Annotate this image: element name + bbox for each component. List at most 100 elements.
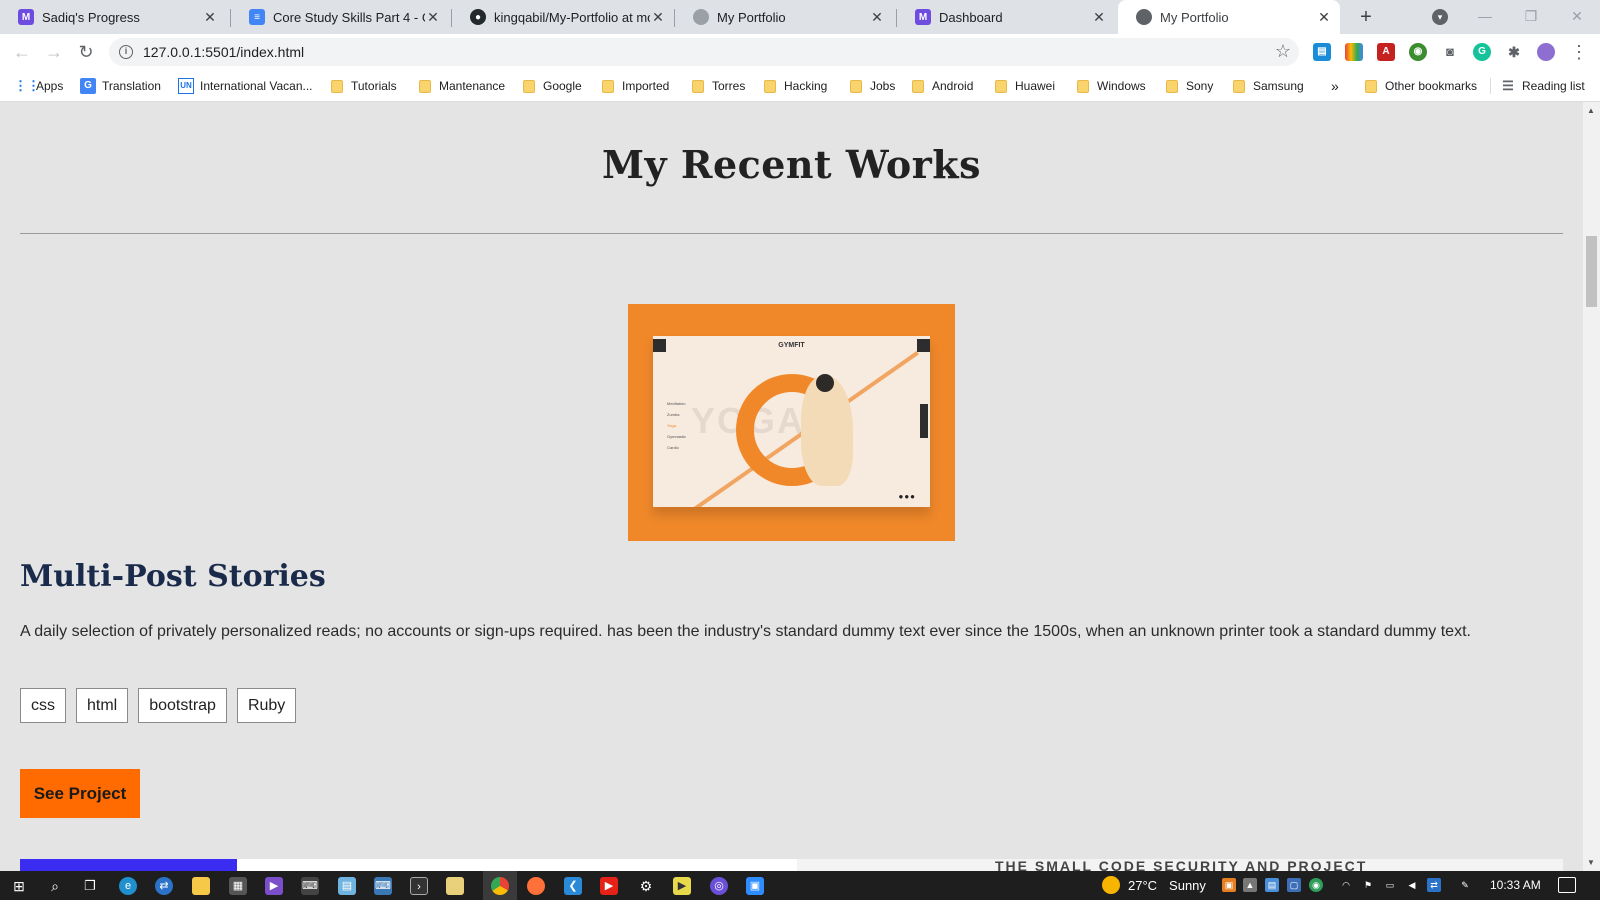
bookmark-folder-google[interactable]: Google (523, 77, 582, 95)
bookmark-folder-torres[interactable]: Torres (692, 77, 745, 95)
search-icon[interactable]: ⌕ (46, 877, 64, 895)
extensions-puzzle-icon[interactable]: ✱ (1505, 43, 1523, 61)
calculator-icon[interactable]: ▦ (229, 877, 247, 895)
volume-icon[interactable]: ◀ (1405, 878, 1419, 892)
firefox-icon[interactable] (527, 877, 545, 895)
settings-gear-icon[interactable]: ⚙ (637, 877, 655, 895)
see-project-button[interactable]: See Project (20, 769, 140, 818)
close-icon[interactable]: ✕ (425, 9, 441, 25)
browser-menu-icon[interactable]: ⋮ (1567, 40, 1591, 64)
sticky-notes-icon[interactable] (446, 877, 464, 895)
battery-icon[interactable]: ▭ (1383, 878, 1397, 892)
bookmark-folder-jobs[interactable]: Jobs (850, 77, 895, 95)
zoom-icon[interactable]: ▣ (746, 877, 764, 895)
grammarly-icon[interactable]: G (1473, 43, 1491, 61)
pen-icon[interactable]: ✎ (1458, 878, 1472, 892)
network-icon[interactable]: ⚑ (1361, 878, 1375, 892)
tab-search-icon[interactable]: ▾ (1432, 9, 1448, 25)
folder-icon (419, 79, 431, 93)
url-text[interactable]: 127.0.0.1:5501/index.html (143, 44, 304, 60)
reload-button[interactable]: ↻ (74, 40, 98, 64)
tray-globe-icon[interactable]: ◉ (1309, 878, 1323, 892)
bookmark-international[interactable]: UN International Vacan... (178, 77, 313, 95)
adobe-pdf-icon[interactable]: A (1377, 43, 1395, 61)
bookmark-folder-sony[interactable]: Sony (1166, 77, 1213, 95)
wifi-icon[interactable]: ◠ (1339, 878, 1353, 892)
bookmarks-overflow-button[interactable]: » (1331, 77, 1339, 95)
notification-center-icon[interactable] (1558, 877, 1576, 893)
bookmark-folder-imported[interactable]: Imported (602, 77, 669, 95)
bookmark-other-bookmarks[interactable]: Other bookmarks (1365, 77, 1477, 95)
bookmark-folder-android[interactable]: Android (912, 77, 973, 95)
system-clock[interactable]: 10:33 AM (1490, 878, 1541, 892)
back-button[interactable]: ← (10, 40, 34, 64)
app-purple-icon[interactable]: ◎ (710, 877, 728, 895)
extension-globe-icon[interactable]: ◉ (1409, 43, 1427, 61)
bookmark-star-icon[interactable]: ☆ (1275, 41, 1291, 62)
close-icon[interactable]: ✕ (1091, 9, 1107, 25)
bookmark-folder-windows[interactable]: Windows (1077, 77, 1146, 95)
bookmark-folder-samsung[interactable]: Samsung (1233, 77, 1304, 95)
maximize-button[interactable]: ❐ (1508, 0, 1554, 32)
tab-github[interactable]: ● kingqabil/My-Portfolio at mol ✕ (452, 0, 674, 34)
notepad-icon[interactable]: ▤ (338, 877, 356, 895)
tab-my-portfolio-active[interactable]: My Portfolio ✕ (1118, 0, 1340, 34)
extension-window-icon[interactable]: ▤ (1313, 43, 1331, 61)
tab-my-portfolio-1[interactable]: My Portfolio ✕ (675, 0, 893, 34)
close-icon[interactable]: ✕ (869, 9, 885, 25)
site-info-icon[interactable]: i (119, 45, 133, 59)
on-screen-keyboard-icon[interactable]: ⌨ (374, 877, 392, 895)
close-icon[interactable]: ✕ (650, 9, 666, 25)
profile-avatar[interactable] (1537, 43, 1555, 61)
teamviewer-icon[interactable]: ⇄ (155, 877, 173, 895)
youtube-icon[interactable]: ▶ (600, 877, 618, 895)
tag-css: css (20, 688, 66, 723)
task-view-icon[interactable]: ❐ (81, 877, 99, 895)
extension-color-grid-icon[interactable] (1345, 43, 1363, 61)
scroll-down-arrow-icon[interactable]: ▼ (1587, 858, 1595, 867)
edge-icon[interactable]: e (119, 877, 137, 895)
bookmark-folder-mantenance[interactable]: Mantenance (419, 77, 505, 95)
minimize-button[interactable]: — (1462, 0, 1508, 32)
close-window-button[interactable]: ✕ (1554, 0, 1600, 32)
bookmark-translation[interactable]: G Translation (80, 77, 161, 95)
file-explorer-icon[interactable] (192, 877, 210, 895)
tab-sadiqs-progress[interactable]: M Sadiq's Progress ✕ (0, 0, 226, 34)
vscode-icon[interactable]: ❮ (564, 877, 582, 895)
scroll-up-arrow-icon[interactable]: ▲ (1587, 106, 1595, 115)
forward-button[interactable]: → (42, 40, 66, 64)
camera-icon[interactable]: ◙ (1441, 43, 1459, 61)
tab-core-study-skills[interactable]: ≡ Core Study Skills Part 4 - Goo ✕ (231, 0, 449, 34)
tray-drive-icon[interactable]: ▲ (1243, 878, 1257, 892)
bookmark-label: Imported (622, 79, 670, 93)
tab-title: Sadiq's Progress (42, 9, 140, 25)
page-scrollbar[interactable]: ▲ ▼ (1583, 102, 1600, 871)
tray-window-icon[interactable]: ▤ (1265, 878, 1279, 892)
windows-start-icon[interactable]: ⊞ (10, 877, 28, 895)
close-icon[interactable]: ✕ (202, 9, 218, 25)
terminal-icon[interactable]: › (410, 877, 428, 895)
bookmark-folder-huawei[interactable]: Huawei (995, 77, 1055, 95)
visual-studio-icon[interactable]: ▶ (265, 877, 283, 895)
chrome-icon[interactable] (491, 877, 509, 895)
tab-dashboard[interactable]: M Dashboard ✕ (897, 0, 1115, 34)
scrollbar-thumb[interactable] (1586, 236, 1597, 307)
tray-app-icon[interactable]: ▣ (1222, 878, 1236, 892)
keyboard-icon[interactable]: ⌨ (301, 877, 319, 895)
mock-menu-item: Yoga (667, 423, 676, 428)
close-icon[interactable]: ✕ (1316, 9, 1332, 25)
bookmark-label: Hacking (784, 79, 828, 93)
media-player-icon[interactable]: ▶ (673, 877, 691, 895)
address-bar[interactable]: i 127.0.0.1:5501/index.html ☆ (109, 38, 1299, 66)
tray-teamviewer-icon[interactable]: ⇄ (1427, 878, 1441, 892)
weather-widget[interactable]: 27°C Sunny (1102, 876, 1206, 894)
bookmark-folder-hacking[interactable]: Hacking (764, 77, 827, 95)
bookmark-label: Windows (1097, 79, 1146, 93)
tray-chat-icon[interactable]: ▢ (1287, 878, 1301, 892)
new-tab-button[interactable]: + (1354, 6, 1378, 30)
folder-icon (1233, 79, 1245, 93)
reading-list-button[interactable]: ☰ Reading list (1500, 77, 1585, 95)
bookmark-folder-tutorials[interactable]: Tutorials (331, 77, 397, 95)
bookmark-apps[interactable]: ⋮⋮ Apps (14, 77, 63, 95)
mock-figure-head (816, 374, 834, 392)
